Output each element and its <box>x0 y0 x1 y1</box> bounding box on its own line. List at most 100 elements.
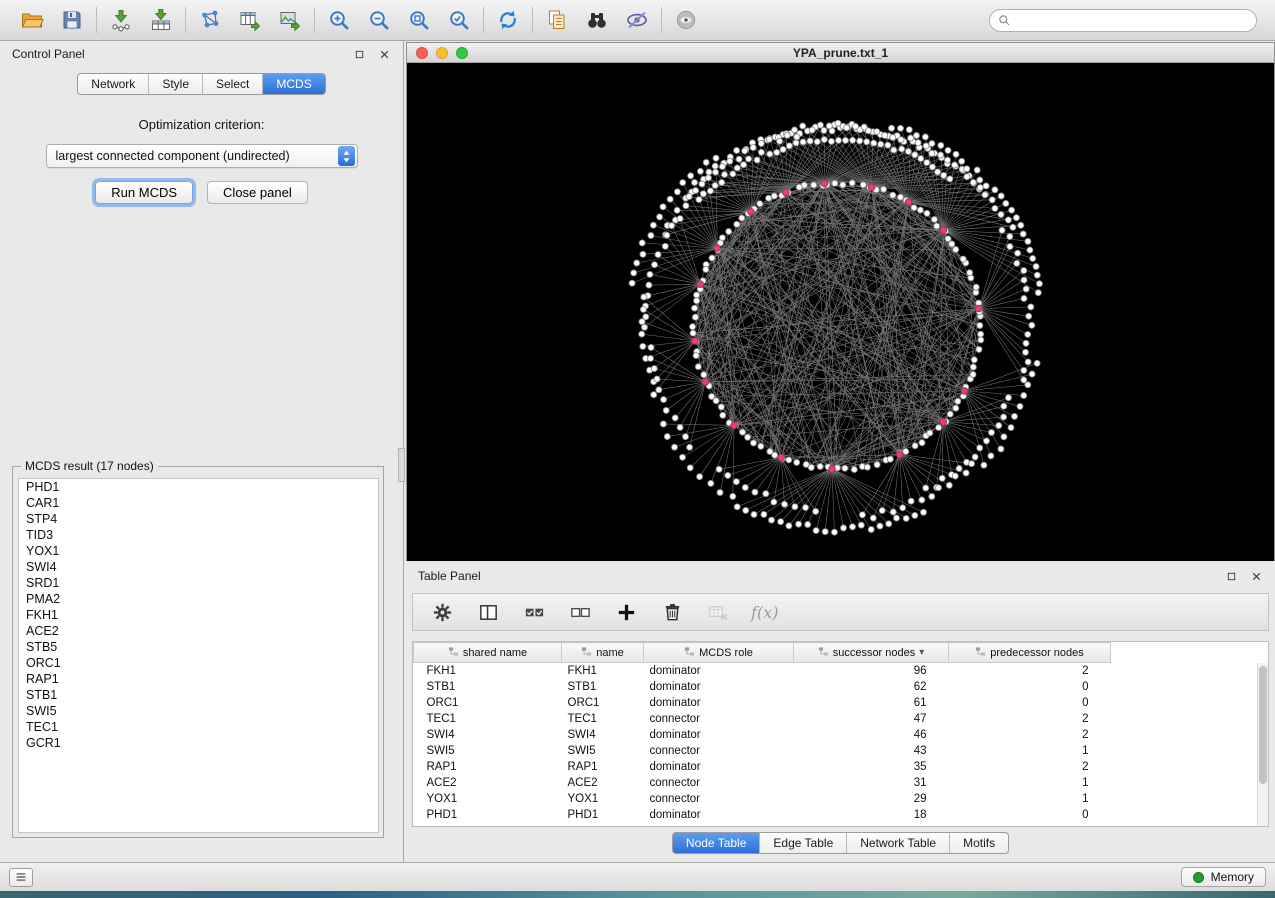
table-cell: 0 <box>949 695 1111 711</box>
mcds-result-item[interactable]: ACE2 <box>19 623 378 639</box>
task-history-button[interactable] <box>9 868 33 887</box>
zoom-out-icon[interactable] <box>365 6 393 34</box>
table-cell: STB1 <box>414 679 562 695</box>
search-box <box>989 9 1257 32</box>
control-panel: Control Panel NetworkStyleSelectMCDS Opt… <box>0 41 404 862</box>
table-cell: 96 <box>794 663 949 679</box>
export-image-icon[interactable] <box>276 6 304 34</box>
mcds-result-item[interactable]: SRD1 <box>19 575 378 591</box>
mcds-result-item[interactable]: GCR1 <box>19 735 378 751</box>
mcds-result-item[interactable]: TID3 <box>19 527 378 543</box>
criterion-dropdown[interactable]: largest connected component (undirected) <box>46 144 358 168</box>
table-row[interactable]: ACE2ACE2connector311 <box>414 775 1111 791</box>
binoculars-icon[interactable] <box>583 6 611 34</box>
table-row[interactable]: TEC1TEC1connector472 <box>414 711 1111 727</box>
table-cell: dominator <box>644 663 794 679</box>
close-panel-button[interactable]: Close panel <box>207 181 308 204</box>
table-scrollbar[interactable] <box>1257 663 1268 826</box>
window-minimize-icon[interactable] <box>436 47 448 59</box>
table-cell: ORC1 <box>414 695 562 711</box>
table-tab-node-table[interactable]: Node Table <box>673 833 761 853</box>
mcds-result-item[interactable]: YOX1 <box>19 543 378 559</box>
column-header-name[interactable]: name <box>562 643 644 663</box>
zoom-fit-icon[interactable] <box>405 6 433 34</box>
table-row[interactable]: SWI5SWI5connector431 <box>414 743 1111 759</box>
preview-eye-icon[interactable] <box>672 6 700 34</box>
tab-network[interactable]: Network <box>78 74 149 94</box>
column-header-shared-name[interactable]: shared name <box>414 643 562 663</box>
column-label: name <box>596 647 624 659</box>
select-all-icon[interactable] <box>521 599 547 625</box>
mcds-result-item[interactable]: FKH1 <box>19 607 378 623</box>
column-header-MCDS-role[interactable]: MCDS role <box>644 643 794 663</box>
network-window-titlebar[interactable]: YPA_prune.txt_1 <box>407 43 1274 63</box>
close-panel-icon[interactable] <box>378 48 391 61</box>
mcds-result-title: MCDS result (17 nodes) <box>21 459 158 473</box>
mcds-result-item[interactable]: STB5 <box>19 639 378 655</box>
table-row[interactable]: YOX1YOX1connector291 <box>414 791 1111 807</box>
import-network-icon[interactable] <box>107 6 135 34</box>
table-cell: connector <box>644 775 794 791</box>
table-tab-network-table[interactable]: Network Table <box>847 833 950 853</box>
import-table-icon[interactable] <box>147 6 175 34</box>
float-panel-icon[interactable] <box>353 48 366 61</box>
table-tab-edge-table[interactable]: Edge Table <box>760 833 847 853</box>
table-row[interactable]: PHD1PHD1dominator180 <box>414 807 1111 823</box>
save-icon[interactable] <box>58 6 86 34</box>
table-row[interactable]: RAP1RAP1dominator352 <box>414 759 1111 775</box>
hide-graphics-icon[interactable] <box>623 6 651 34</box>
table-row[interactable]: FKH1FKH1dominator962 <box>414 663 1111 679</box>
close-table-panel-icon[interactable] <box>1250 570 1263 583</box>
tab-mcds[interactable]: MCDS <box>263 74 324 94</box>
attribute-icon <box>818 646 829 660</box>
network-canvas[interactable] <box>407 64 1274 561</box>
window-zoom-icon[interactable] <box>456 47 468 59</box>
trash-icon[interactable] <box>659 599 685 625</box>
mcds-result-item[interactable]: ORC1 <box>19 655 378 671</box>
table-cell: TEC1 <box>414 711 562 727</box>
memory-button[interactable]: Memory <box>1181 867 1266 887</box>
network-graph <box>407 64 1274 561</box>
mcds-result-item[interactable]: SWI4 <box>19 559 378 575</box>
zoom-selected-icon[interactable] <box>445 6 473 34</box>
mcds-result-item[interactable]: PHD1 <box>19 479 378 495</box>
refresh-icon[interactable] <box>494 6 522 34</box>
function-builder-button[interactable]: f(x) <box>751 603 778 622</box>
mcds-result-item[interactable]: TEC1 <box>19 719 378 735</box>
tab-style[interactable]: Style <box>149 74 203 94</box>
mcds-result-item[interactable]: RAP1 <box>19 671 378 687</box>
table-scrollbar-thumb[interactable] <box>1259 666 1267 784</box>
table-row[interactable]: SWI4SWI4dominator462 <box>414 727 1111 743</box>
table-cell: PHD1 <box>414 807 562 823</box>
table-cell: 18 <box>794 807 949 823</box>
delete-table-icon[interactable] <box>705 599 731 625</box>
open-folder-icon[interactable] <box>18 6 46 34</box>
table-tab-motifs[interactable]: Motifs <box>950 833 1008 853</box>
search-input[interactable] <box>989 9 1257 32</box>
copy-document-icon[interactable] <box>543 6 571 34</box>
zoom-in-icon[interactable] <box>325 6 353 34</box>
gear-icon[interactable] <box>429 599 455 625</box>
add-icon[interactable] <box>613 599 639 625</box>
mcds-result-item[interactable]: STB1 <box>19 687 378 703</box>
window-close-icon[interactable] <box>416 47 428 59</box>
tab-select[interactable]: Select <box>203 74 263 94</box>
run-mcds-button[interactable]: Run MCDS <box>95 181 193 204</box>
column-header-predecessor-nodes[interactable]: predecessor nodes <box>949 643 1111 663</box>
table-row[interactable]: STB1STB1dominator620 <box>414 679 1111 695</box>
mcds-result-item[interactable]: SWI5 <box>19 703 378 719</box>
float-table-panel-icon[interactable] <box>1225 570 1238 583</box>
export-table-icon[interactable] <box>236 6 264 34</box>
columns-icon[interactable] <box>475 599 501 625</box>
table-row[interactable]: ORC1ORC1dominator610 <box>414 695 1111 711</box>
column-header-successor-nodes[interactable]: successor nodes▾ <box>794 643 949 663</box>
table-cell: ACE2 <box>414 775 562 791</box>
unselect-all-icon[interactable] <box>567 599 593 625</box>
mcds-result-item[interactable]: CAR1 <box>19 495 378 511</box>
mcds-result-item[interactable]: STP4 <box>19 511 378 527</box>
new-network-icon[interactable] <box>196 6 224 34</box>
panel-splitter-handle[interactable] <box>398 448 405 482</box>
mcds-result-item[interactable]: PMA2 <box>19 591 378 607</box>
attribute-icon <box>581 646 592 660</box>
table-cell: 46 <box>794 727 949 743</box>
